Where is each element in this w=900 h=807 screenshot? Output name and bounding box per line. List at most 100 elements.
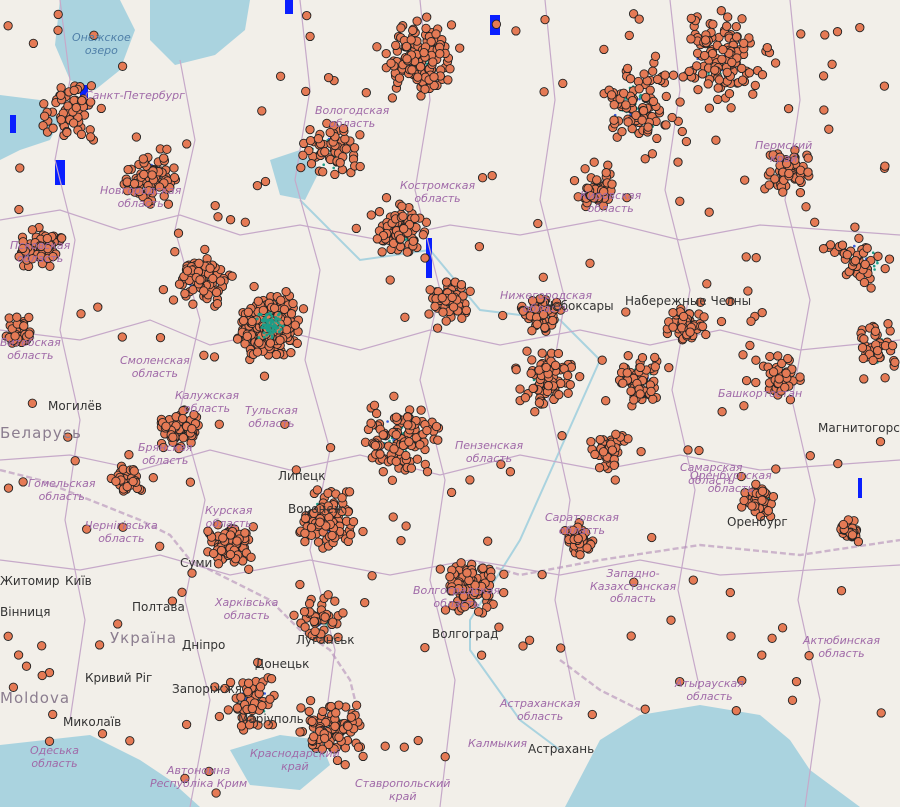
- site-marker[interactable]: [636, 446, 646, 457]
- site-marker[interactable]: [21, 661, 32, 671]
- site-marker[interactable]: [395, 234, 406, 244]
- site-marker[interactable]: [461, 305, 472, 316]
- site-marker[interactable]: [847, 530, 858, 540]
- site-marker[interactable]: [661, 120, 671, 130]
- site-marker[interactable]: [39, 99, 49, 109]
- site-marker[interactable]: [643, 122, 653, 132]
- site-marker[interactable]: [601, 396, 611, 406]
- site-marker[interactable]: [255, 682, 266, 692]
- site-marker[interactable]: [487, 170, 497, 181]
- site-marker[interactable]: [737, 14, 747, 24]
- site-marker[interactable]: [767, 633, 777, 643]
- site-marker[interactable]: [744, 68, 755, 78]
- site-marker[interactable]: [675, 97, 685, 107]
- site-marker[interactable]: [810, 217, 820, 227]
- site-marker[interactable]: [69, 85, 79, 96]
- site-marker[interactable]: [801, 202, 811, 212]
- site-marker[interactable]: [859, 334, 869, 344]
- site-marker[interactable]: [371, 408, 382, 419]
- site-marker[interactable]: [148, 473, 158, 483]
- site-marker[interactable]: [537, 569, 547, 580]
- site-marker[interactable]: [638, 106, 649, 116]
- site-marker[interactable]: [53, 9, 63, 20]
- site-marker[interactable]: [275, 71, 286, 81]
- site-marker[interactable]: [598, 447, 609, 457]
- site-marker[interactable]: [710, 65, 720, 75]
- site-marker[interactable]: [338, 608, 348, 618]
- site-marker[interactable]: [477, 173, 488, 183]
- site-marker[interactable]: [716, 316, 727, 327]
- site-marker[interactable]: [429, 72, 439, 82]
- site-marker[interactable]: [290, 320, 300, 330]
- site-marker[interactable]: [660, 70, 670, 80]
- site-marker[interactable]: [876, 708, 886, 718]
- site-marker[interactable]: [410, 213, 420, 223]
- site-marker[interactable]: [325, 442, 336, 453]
- site-marker[interactable]: [13, 650, 24, 660]
- site-marker[interactable]: [505, 467, 516, 477]
- site-marker[interactable]: [323, 72, 334, 83]
- site-marker[interactable]: [48, 709, 58, 720]
- site-marker[interactable]: [304, 706, 314, 717]
- site-marker[interactable]: [398, 211, 408, 221]
- site-marker[interactable]: [541, 362, 551, 373]
- site-marker[interactable]: [868, 355, 878, 366]
- site-marker[interactable]: [440, 752, 450, 762]
- site-marker[interactable]: [259, 371, 270, 381]
- site-marker[interactable]: [408, 236, 418, 246]
- site-marker[interactable]: [361, 88, 371, 98]
- site-marker[interactable]: [476, 650, 487, 660]
- site-marker[interactable]: [837, 240, 848, 250]
- site-marker[interactable]: [533, 218, 543, 229]
- site-marker[interactable]: [757, 650, 767, 660]
- site-marker[interactable]: [832, 27, 843, 37]
- site-marker[interactable]: [511, 365, 521, 375]
- site-marker[interactable]: [408, 25, 418, 36]
- site-marker[interactable]: [337, 493, 347, 503]
- site-marker[interactable]: [412, 16, 422, 26]
- site-marker[interactable]: [3, 483, 14, 493]
- site-marker[interactable]: [187, 424, 197, 434]
- site-marker[interactable]: [300, 622, 310, 632]
- site-marker[interactable]: [147, 170, 157, 180]
- site-marker[interactable]: [138, 154, 148, 164]
- site-marker[interactable]: [639, 69, 649, 79]
- site-marker[interactable]: [587, 709, 597, 720]
- site-marker[interactable]: [372, 234, 382, 244]
- site-marker[interactable]: [601, 168, 611, 178]
- site-marker[interactable]: [320, 147, 330, 157]
- site-marker[interactable]: [420, 253, 430, 263]
- site-marker[interactable]: [128, 476, 138, 487]
- site-marker[interactable]: [621, 100, 631, 110]
- site-marker[interactable]: [745, 340, 755, 351]
- site-marker[interactable]: [511, 26, 521, 36]
- site-marker[interactable]: [243, 307, 253, 317]
- site-marker[interactable]: [873, 251, 883, 261]
- site-marker[interactable]: [585, 258, 595, 268]
- site-marker[interactable]: [381, 48, 391, 59]
- site-marker[interactable]: [859, 277, 870, 288]
- site-marker[interactable]: [18, 477, 28, 487]
- site-marker[interactable]: [764, 180, 774, 190]
- site-marker[interactable]: [699, 312, 709, 322]
- site-marker[interactable]: [389, 391, 399, 401]
- site-marker[interactable]: [389, 444, 399, 454]
- site-marker[interactable]: [225, 215, 236, 225]
- site-marker[interactable]: [375, 449, 385, 459]
- site-marker[interactable]: [540, 14, 550, 25]
- site-marker[interactable]: [76, 309, 86, 319]
- site-marker[interactable]: [447, 292, 457, 303]
- site-marker[interactable]: [209, 352, 220, 362]
- site-marker[interactable]: [309, 616, 319, 626]
- map-canvas[interactable]: Онежское озеро Санкт-Петербург Вологодска…: [0, 0, 900, 807]
- site-marker[interactable]: [37, 641, 47, 651]
- site-marker[interactable]: [592, 175, 602, 185]
- site-marker[interactable]: [646, 386, 656, 397]
- site-marker[interactable]: [425, 285, 435, 295]
- site-marker[interactable]: [740, 175, 750, 185]
- site-marker[interactable]: [346, 712, 356, 722]
- site-marker[interactable]: [652, 133, 662, 144]
- site-marker[interactable]: [430, 301, 440, 312]
- site-marker[interactable]: [726, 103, 736, 113]
- site-marker[interactable]: [675, 196, 685, 206]
